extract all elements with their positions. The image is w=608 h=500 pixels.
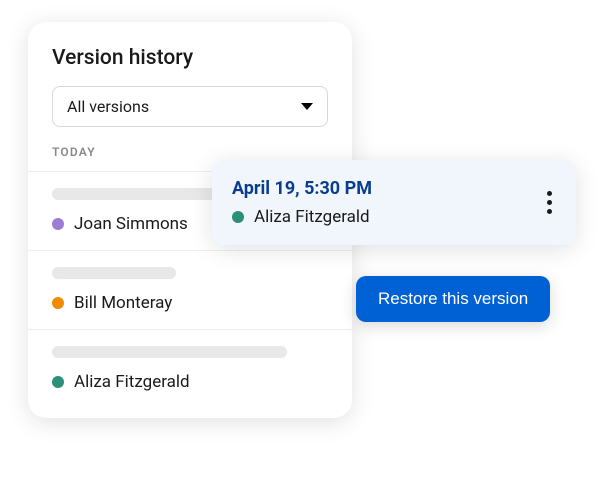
version-row[interactable]: Aliza Fitzgerald [28,329,352,408]
filter-selected: All versions [67,97,149,116]
version-popover: April 19, 5:30 PM Aliza Fitzgerald [212,160,576,245]
author-dot-icon [232,211,244,223]
popover-author-line: Aliza Fitzgerald [232,207,372,227]
filter-dropdown[interactable]: All versions [52,86,328,127]
author-line: Aliza Fitzgerald [52,372,328,392]
author-name: Bill Monteray [74,293,172,313]
author-dot-icon [52,376,64,388]
popover-timestamp: April 19, 5:30 PM [232,178,372,199]
author-dot-icon [52,297,64,309]
author-name: Aliza Fitzgerald [74,372,190,392]
caret-down-icon [301,103,313,110]
placeholder-bar [52,188,218,200]
panel-title: Version history [28,46,352,86]
more-options-icon[interactable] [543,187,556,218]
author-line: Bill Monteray [52,293,328,313]
version-row[interactable]: Bill Monteray [28,250,352,329]
author-dot-icon [52,218,64,230]
placeholder-bar [52,267,176,279]
popover-info: April 19, 5:30 PM Aliza Fitzgerald [232,178,372,227]
restore-button[interactable]: Restore this version [356,276,550,322]
author-name: Joan Simmons [74,214,188,234]
placeholder-bar [52,346,287,358]
popover-author-name: Aliza Fitzgerald [254,207,370,227]
